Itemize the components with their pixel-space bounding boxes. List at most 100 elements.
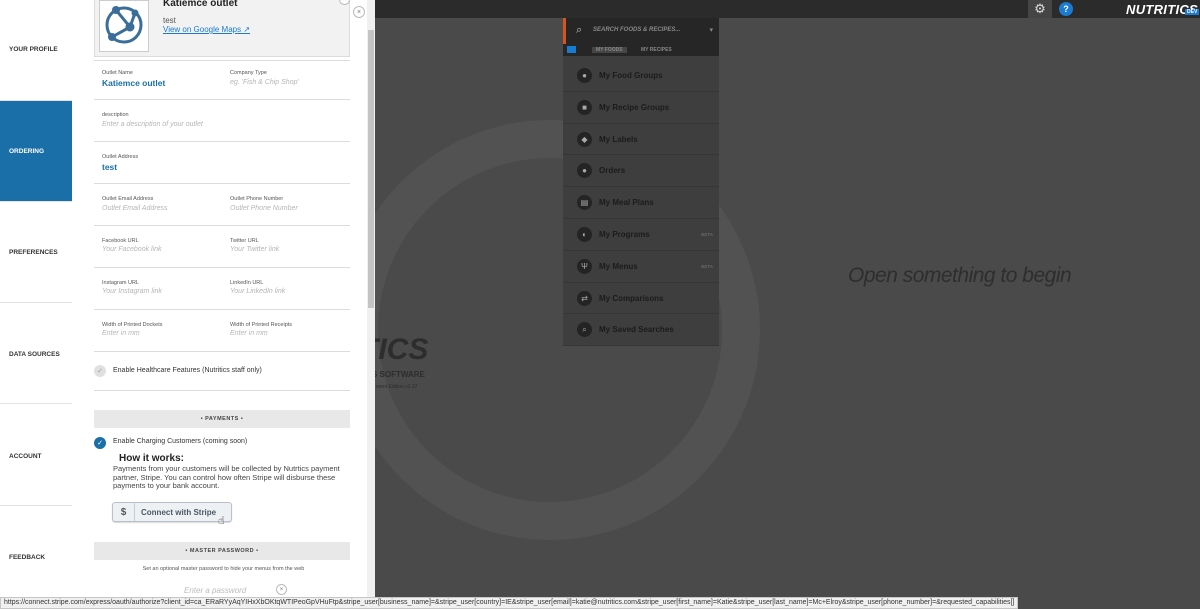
company-type-label: Company Type bbox=[230, 70, 267, 76]
stripe-button-label: Connect with Stripe bbox=[141, 508, 217, 517]
menu-item-recipe-groups[interactable]: ■ My Recipe Groups bbox=[563, 92, 719, 124]
linkedin-label: LinkedIn URL bbox=[230, 280, 264, 286]
nav-item-feedback[interactable]: FEEDBACK bbox=[0, 507, 72, 608]
menu-item-label: My Saved Searches bbox=[599, 325, 674, 335]
master-password-section-header: • MASTER PASSWORD • bbox=[94, 542, 350, 560]
search-placeholder: SEARCH FOODS & RECIPES... bbox=[593, 27, 681, 33]
menu-item-labels[interactable]: ◆ My Labels bbox=[563, 124, 719, 156]
how-it-works-text: Payments from your customers will be col… bbox=[113, 464, 340, 490]
nav-label: YOUR PROFILE bbox=[9, 46, 58, 53]
pot-icon: ■ bbox=[577, 99, 592, 115]
nav-label: FEEDBACK bbox=[9, 554, 46, 561]
menu-item-label: My Food Groups bbox=[599, 71, 663, 80]
outlet-name-field[interactable]: Katiemce outlet bbox=[102, 78, 165, 88]
orders-icon: ● bbox=[577, 163, 592, 179]
nav-label: ORDERING bbox=[9, 148, 45, 155]
menu-item-meal-plans[interactable]: ▤ My Meal Plans bbox=[563, 187, 719, 219]
menu-item-menus[interactable]: Ψ My Menus BETA bbox=[563, 251, 719, 283]
saved-search-icon: ⌕ bbox=[577, 322, 592, 338]
linkedin-field[interactable]: Your LinkedIn link bbox=[230, 288, 285, 295]
charging-label: Enable Charging Customers (coming soon) bbox=[113, 438, 248, 445]
menu-item-label: My Comparisons bbox=[599, 293, 664, 303]
apple-icon: ● bbox=[577, 68, 592, 83]
comparisons-icon: ⇄ bbox=[577, 290, 592, 306]
tab-my-recipes[interactable]: MY RECIPES bbox=[641, 47, 672, 53]
address-label: Outlet Address bbox=[102, 154, 139, 160]
nav-item-account[interactable]: ACCOUNT bbox=[0, 405, 72, 506]
dockets-width-field[interactable]: Enter in mm bbox=[102, 330, 140, 337]
phone-label: Outlet Phone Number bbox=[230, 196, 284, 202]
facebook-field[interactable]: Your Facebook link bbox=[102, 246, 162, 253]
watermark-version: ment Edition v3.37 bbox=[376, 384, 418, 390]
nav-item-ordering[interactable]: ORDERING bbox=[0, 101, 77, 202]
menu-item-label: My Programs bbox=[599, 229, 650, 239]
tab-my-foods[interactable]: MY FOODS bbox=[592, 47, 627, 53]
gear-icon[interactable]: ⚙ bbox=[1028, 0, 1052, 18]
clear-icon[interactable]: × bbox=[276, 584, 287, 595]
watermark-subtitle: S SOFTWARE bbox=[372, 370, 425, 379]
dev-badge: DEV bbox=[1185, 9, 1200, 15]
network-logo-icon bbox=[105, 6, 143, 44]
library-panel: ⌕ SEARCH FOODS & RECIPES... ▾ MY FOODS M… bbox=[563, 18, 719, 347]
receipts-width-field[interactable]: Enter in mm bbox=[230, 330, 268, 337]
master-password-hint: Set an optional master password to hide … bbox=[142, 566, 305, 572]
settings-nav: YOUR PROFILE ORDERING PREFERENCES DATA S… bbox=[0, 0, 77, 609]
search-input[interactable]: ⌕ SEARCH FOODS & RECIPES... ▾ bbox=[563, 18, 719, 44]
help-icon[interactable]: ? bbox=[1059, 2, 1073, 16]
company-type-field[interactable]: eg. 'Fish & Chip Shop' bbox=[230, 79, 299, 86]
menu-item-saved-searches[interactable]: ⌕ My Saved Searches bbox=[563, 314, 719, 347]
menu-item-programs[interactable]: ◐ My Programs BETA bbox=[563, 219, 719, 251]
folder-icon[interactable] bbox=[567, 46, 576, 53]
nav-item-data-sources[interactable]: DATA SOURCES bbox=[0, 303, 72, 404]
twitter-field[interactable]: Your Twitter link bbox=[230, 246, 279, 253]
divider bbox=[94, 141, 350, 142]
dollar-icon: $ bbox=[113, 503, 135, 521]
label-icon: ◆ bbox=[577, 131, 592, 147]
menu-item-label: My Labels bbox=[599, 134, 638, 144]
divider bbox=[94, 60, 350, 61]
facebook-label: Facebook URL bbox=[102, 238, 139, 244]
nav-item-your-profile[interactable]: YOUR PROFILE bbox=[0, 0, 72, 101]
receipts-width-label: Width of Printed Receipts bbox=[230, 322, 293, 328]
beta-badge: BETA bbox=[701, 231, 713, 237]
outlet-logo[interactable] bbox=[99, 0, 149, 52]
chevron-down-icon[interactable]: ▾ bbox=[709, 26, 713, 34]
divider bbox=[94, 183, 350, 184]
library-menu: ● My Food Groups ■ My Recipe Groups ◆ My… bbox=[563, 60, 719, 347]
menu-item-label: My Menus bbox=[599, 261, 638, 271]
menu-item-food-groups[interactable]: ● My Food Groups bbox=[563, 60, 719, 92]
charging-checkbox[interactable]: ✓ bbox=[94, 437, 106, 449]
description-field[interactable]: Enter a description of your outlet bbox=[102, 121, 203, 128]
payments-section-header: • PAYMENTS • bbox=[94, 410, 350, 428]
twitter-label: Twitter URL bbox=[230, 238, 259, 244]
outlet-name-label: Outlet Name bbox=[102, 70, 133, 76]
connect-stripe-button[interactable]: $ Connect with Stripe bbox=[112, 502, 232, 522]
form-scrollbar-thumb[interactable] bbox=[368, 30, 374, 308]
instagram-field[interactable]: Your Instagram link bbox=[102, 288, 162, 295]
nav-label: DATA SOURCES bbox=[9, 351, 60, 358]
divider bbox=[94, 99, 350, 100]
email-field[interactable]: Outlet Email Address bbox=[102, 205, 168, 212]
divider bbox=[94, 390, 350, 391]
menu-item-label: My Meal Plans bbox=[599, 198, 654, 208]
menu-item-comparisons[interactable]: ⇄ My Comparisons bbox=[563, 283, 719, 315]
divider bbox=[94, 267, 350, 268]
menu-item-orders[interactable]: ● Orders bbox=[563, 155, 719, 188]
divider bbox=[94, 309, 350, 310]
description-label: description bbox=[102, 112, 129, 118]
menus-icon: Ψ bbox=[577, 258, 592, 274]
google-maps-link[interactable]: View on Google Maps ↗ bbox=[163, 25, 250, 34]
phone-field[interactable]: Outlet Phone Number bbox=[230, 205, 298, 212]
address-field[interactable]: test bbox=[102, 162, 117, 172]
programs-icon: ◐ bbox=[577, 226, 592, 242]
nav-item-preferences[interactable]: PREFERENCES bbox=[0, 202, 72, 303]
healthcare-label: Enable Healthcare Features (Nutritics st… bbox=[113, 367, 262, 374]
master-password-input[interactable]: Enter a password bbox=[170, 582, 266, 597]
menu-item-label: My Recipe Groups bbox=[599, 102, 670, 112]
outlet-header: Katiemce outlet test View on Google Maps… bbox=[94, 0, 350, 57]
close-icon[interactable]: × bbox=[353, 6, 365, 18]
nav-label: ACCOUNT bbox=[9, 453, 42, 460]
ordering-form-panel: Katiemce outlet test View on Google Maps… bbox=[72, 0, 375, 597]
divider bbox=[94, 351, 350, 352]
healthcare-checkbox[interactable]: ✓ bbox=[94, 365, 106, 377]
